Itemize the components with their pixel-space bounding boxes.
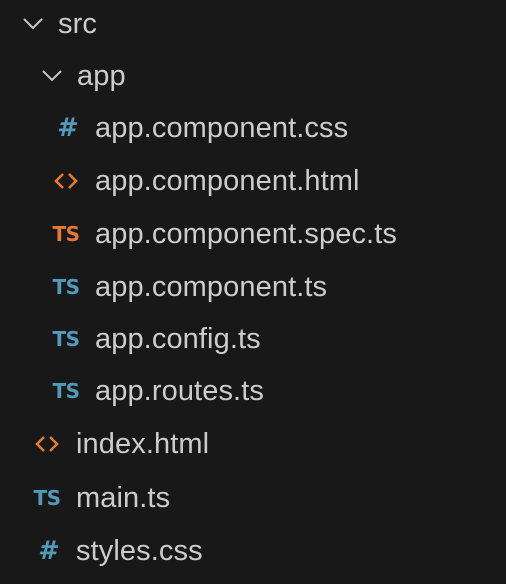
chevron-down-icon[interactable] xyxy=(37,61,67,91)
file-app-component-css[interactable]: # app.component.css xyxy=(0,102,506,154)
file-app-routes-ts[interactable]: TS app.routes.ts xyxy=(0,365,506,417)
chevron-down-icon[interactable] xyxy=(18,9,48,39)
file-label: main.ts xyxy=(76,481,171,514)
folder-label: src xyxy=(58,7,97,40)
css-hash-icon: # xyxy=(56,113,76,143)
file-label: app.config.ts xyxy=(95,322,261,355)
file-app-config-ts[interactable]: TS app.config.ts xyxy=(0,313,506,365)
file-index-html[interactable]: index.html xyxy=(0,418,506,470)
typescript-spec-icon: TS xyxy=(52,222,80,246)
file-label: app.routes.ts xyxy=(95,374,264,407)
file-explorer-tree: src app # app.component.css app.componen… xyxy=(0,0,506,584)
file-app-component-html[interactable]: app.component.html xyxy=(0,155,506,207)
html-code-icon xyxy=(51,166,81,196)
file-app-component-ts[interactable]: TS app.component.ts xyxy=(0,261,506,313)
file-label: app.component.spec.ts xyxy=(95,217,397,250)
folder-label: app xyxy=(77,59,126,92)
folder-app[interactable]: app xyxy=(0,50,506,102)
typescript-icon: TS xyxy=(52,379,80,403)
typescript-icon: TS xyxy=(52,327,80,351)
file-label: app.component.css xyxy=(95,111,349,144)
css-hash-icon: # xyxy=(37,536,57,566)
file-main-ts[interactable]: TS main.ts xyxy=(0,472,506,524)
html-code-icon xyxy=(32,429,62,459)
file-app-component-spec-ts[interactable]: TS app.component.spec.ts xyxy=(0,208,506,260)
file-styles-css[interactable]: # styles.css xyxy=(0,525,506,577)
file-label: app.component.html xyxy=(95,164,360,197)
typescript-icon: TS xyxy=(33,486,61,510)
file-label: index.html xyxy=(76,427,210,460)
typescript-icon: TS xyxy=(52,275,80,299)
folder-src[interactable]: src xyxy=(0,0,506,50)
file-label: app.component.ts xyxy=(95,270,328,303)
file-label: styles.css xyxy=(76,534,203,567)
